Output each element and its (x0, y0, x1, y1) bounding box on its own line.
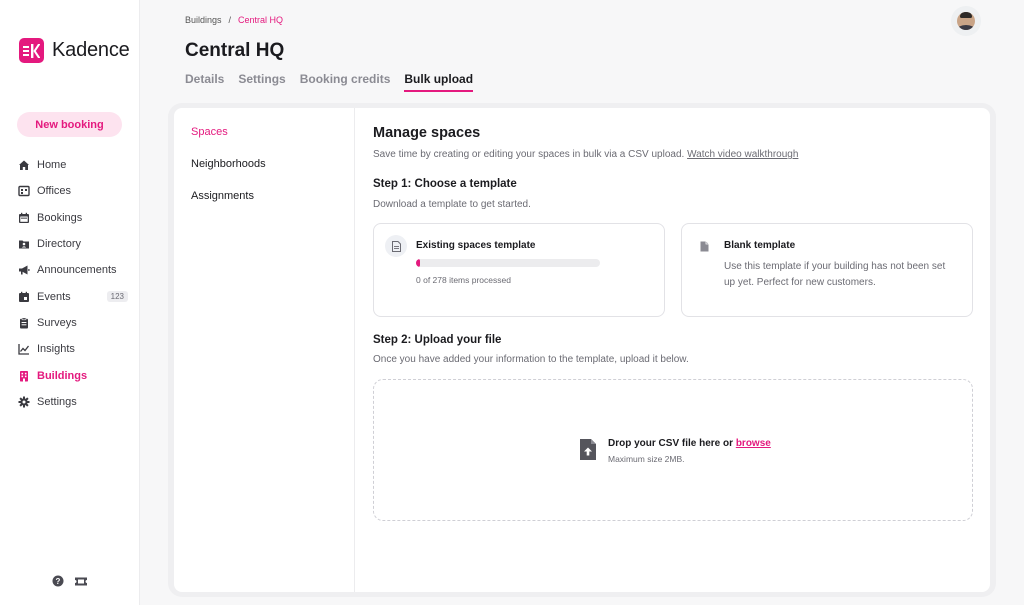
breadcrumb-separator: / (229, 15, 232, 25)
tab-bulk-upload[interactable]: Bulk upload (404, 72, 473, 92)
subnav-item-spaces[interactable]: Spaces (191, 126, 228, 138)
gear-icon (18, 396, 30, 408)
processing-progress-bar (416, 259, 600, 267)
drop-text: Drop your CSV file here or (608, 438, 733, 449)
sidebar-item-surveys[interactable]: Surveys (18, 310, 128, 336)
progress-fill (416, 259, 420, 267)
description-text: Save time by creating or editing your sp… (373, 149, 684, 160)
offices-icon (18, 185, 30, 197)
chart-icon (18, 343, 30, 355)
document-icon (385, 235, 407, 257)
watch-walkthrough-link[interactable]: Watch video walkthrough (687, 149, 798, 160)
new-booking-button[interactable]: New booking (17, 112, 122, 137)
page-title: Central HQ (185, 40, 284, 62)
bulk-upload-card: Spaces Neighborhoods Assignments Manage … (174, 108, 990, 592)
blank-document-icon (693, 235, 715, 257)
browse-link[interactable]: browse (736, 438, 771, 449)
kadence-logo[interactable]: Kadence (19, 38, 130, 63)
building-tabs: Details Settings Booking credits Bulk up… (185, 72, 473, 92)
step2-subtitle: Once you have added your information to … (373, 354, 689, 365)
blank-template-card[interactable]: Blank template Use this template if your… (681, 223, 973, 317)
building-icon (18, 370, 30, 382)
progress-text: 0 of 278 items processed (416, 275, 511, 285)
calendar-icon (18, 212, 30, 224)
tab-settings[interactable]: Settings (238, 72, 285, 92)
svg-text:?: ? (56, 577, 61, 586)
directory-icon (18, 238, 30, 250)
sidebar-item-buildings[interactable]: Buildings (18, 362, 128, 388)
step1-title: Step 1: Choose a template (373, 178, 517, 190)
sidebar-nav: Home Offices Bookings Directory Announce… (18, 152, 128, 415)
blank-template-description: Use this template if your building has n… (724, 259, 959, 291)
breadcrumb-buildings-link[interactable]: Buildings (185, 15, 222, 25)
sidebar-item-label: Home (37, 159, 66, 171)
blank-template-title: Blank template (724, 240, 795, 251)
sidebar-item-label: Events (37, 291, 71, 303)
sidebar-item-label: Buildings (37, 370, 87, 382)
file-upload-icon (579, 438, 597, 466)
home-icon (18, 159, 30, 171)
sidebar-item-label: Insights (37, 343, 75, 355)
sidebar-item-label: Bookings (37, 212, 82, 224)
sidebar-item-announcements[interactable]: Announcements (18, 257, 128, 283)
sidebar-item-label: Announcements (37, 264, 117, 276)
help-icon[interactable]: ? (52, 575, 64, 587)
subnav-item-assignments[interactable]: Assignments (191, 190, 254, 202)
megaphone-icon (18, 264, 30, 276)
subnav-item-neighborhoods[interactable]: Neighborhoods (191, 158, 266, 170)
sidebar-item-settings[interactable]: Settings (18, 389, 128, 415)
step1-subtitle: Download a template to get started. (373, 199, 531, 210)
sidebar: Kadence New booking Home Offices Booking… (0, 0, 140, 605)
sidebar-item-label: Directory (37, 238, 81, 250)
sidebar-item-offices[interactable]: Offices (18, 178, 128, 204)
clipboard-icon (18, 317, 30, 329)
sidebar-item-directory[interactable]: Directory (18, 231, 128, 257)
tab-booking-credits[interactable]: Booking credits (300, 72, 391, 92)
step2-title: Step 2: Upload your file (373, 334, 501, 346)
user-avatar[interactable] (951, 6, 981, 36)
ticket-icon[interactable] (74, 576, 88, 587)
sidebar-item-bookings[interactable]: Bookings (18, 205, 128, 231)
bulk-upload-subnav: Spaces Neighborhoods Assignments (174, 108, 355, 592)
sidebar-item-label: Surveys (37, 317, 77, 329)
section-description: Save time by creating or editing your sp… (373, 149, 798, 160)
tab-details[interactable]: Details (185, 72, 224, 92)
sidebar-item-label: Settings (37, 396, 77, 408)
sidebar-item-insights[interactable]: Insights (18, 336, 128, 362)
csv-dropzone[interactable]: Drop your CSV file here or browse Maximu… (373, 379, 973, 521)
existing-template-title: Existing spaces template (416, 240, 536, 251)
sidebar-footer: ? (52, 575, 88, 587)
events-icon (18, 291, 30, 303)
logo-mark-icon (19, 38, 44, 63)
sidebar-item-label: Offices (37, 185, 71, 197)
existing-spaces-template-card[interactable]: Existing spaces template 0 of 278 items … (373, 223, 665, 317)
app-name: Kadence (52, 39, 130, 62)
section-title: Manage spaces (373, 125, 480, 141)
sidebar-item-events[interactable]: Events 123 (18, 283, 128, 309)
events-count-badge: 123 (107, 291, 128, 302)
breadcrumb: Buildings / Central HQ (185, 15, 283, 25)
breadcrumb-current: Central HQ (238, 15, 283, 25)
max-size-text: Maximum size 2MB. (608, 454, 685, 464)
avatar-photo (957, 12, 975, 30)
sidebar-item-home[interactable]: Home (18, 152, 128, 178)
drop-instruction: Drop your CSV file here or browse (608, 438, 771, 449)
